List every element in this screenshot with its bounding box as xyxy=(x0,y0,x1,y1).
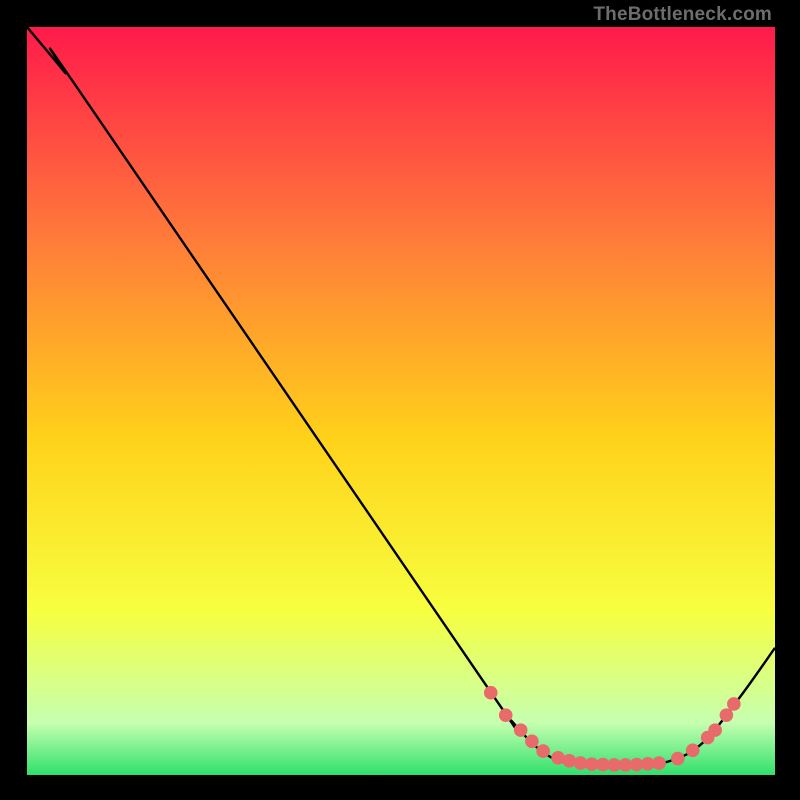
bottleneck-curve xyxy=(27,27,775,766)
data-marker xyxy=(536,744,550,758)
chart-stage: TheBottleneck.com xyxy=(0,0,800,800)
data-marker xyxy=(563,754,577,768)
plot-area xyxy=(27,27,775,775)
data-marker xyxy=(484,686,498,700)
data-marker xyxy=(727,697,741,711)
data-marker xyxy=(720,708,734,722)
watermark-text: TheBottleneck.com xyxy=(593,4,772,26)
data-marker xyxy=(499,708,513,722)
data-marker xyxy=(671,752,685,766)
data-markers xyxy=(484,686,741,772)
data-marker xyxy=(708,723,722,737)
data-marker xyxy=(652,756,666,770)
data-marker xyxy=(514,723,528,737)
data-marker xyxy=(686,744,700,758)
data-marker xyxy=(525,735,539,749)
chart-svg xyxy=(27,27,775,775)
